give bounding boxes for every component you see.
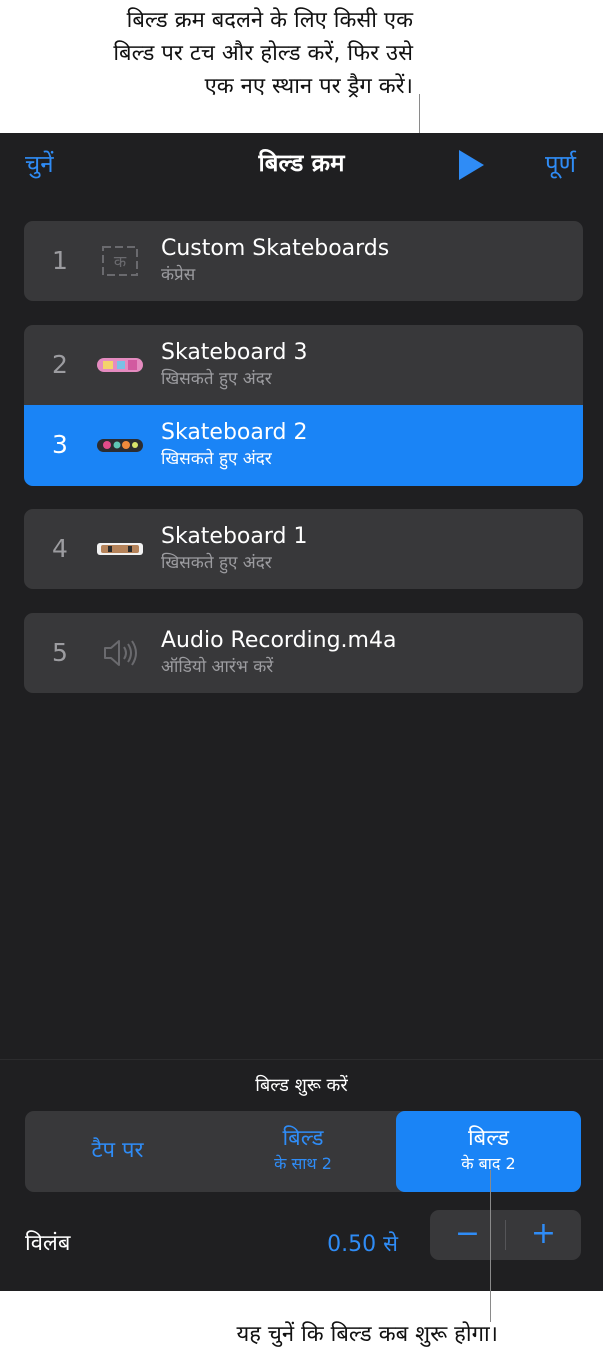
segment-label: बिल्ड	[467, 1126, 510, 1151]
increment-button[interactable]: +	[506, 1210, 581, 1260]
build-effect: कंप्रेस	[161, 265, 196, 285]
build-effect: ऑडियो आरंभ करें	[161, 657, 274, 677]
build-row-2[interactable]: 2 Skateboard 3 खिसकते हुए अंदर	[24, 325, 583, 405]
decrement-button[interactable]: −	[430, 1210, 505, 1260]
build-title: Audio Recording.m4a	[161, 628, 397, 653]
build-row-3-selected[interactable]: 3 Skateboard 2 खिसकते हुए अंदर	[24, 405, 583, 486]
callout-line: बिल्ड क्रम बदलने के लिए किसी एक	[126, 8, 413, 33]
segment-sublabel: के साथ 2	[274, 1154, 332, 1173]
build-row-4[interactable]: 4 Skateboard 1 खिसकते हुए अंदर	[24, 509, 583, 589]
delay-value[interactable]: 0.50 से	[300, 1229, 398, 1261]
speaker-icon	[95, 635, 145, 671]
segment-sublabel: के बाद 2	[461, 1154, 516, 1173]
segment-label: टैप पर	[91, 1138, 144, 1163]
build-title: Skateboard 2	[161, 420, 308, 445]
segment-on-tap[interactable]: टैप पर	[25, 1111, 210, 1192]
callout-line: एक नए स्थान पर ड्रैग करें।	[204, 74, 413, 99]
skateboard-floral-thumbnail	[95, 427, 145, 463]
callout-start-instructions: यह चुनें कि बिल्ड कब शुरू होगा।	[236, 1322, 498, 1347]
build-number: 1	[52, 246, 68, 275]
segment-with-build[interactable]: बिल्ड के साथ 2	[210, 1111, 396, 1192]
callout-reorder-instructions: बिल्ड क्रम बदलने के लिए किसी एक बिल्ड पर…	[13, 4, 413, 103]
build-effect: खिसकते हुए अंदर	[161, 449, 272, 469]
delay-stepper: − +	[430, 1210, 581, 1260]
build-number: 3	[52, 430, 68, 459]
build-title: Skateboard 3	[161, 340, 308, 365]
segment-label: बिल्ड	[282, 1126, 324, 1151]
build-number: 2	[52, 350, 68, 379]
build-effect: खिसकते हुए अंदर	[161, 553, 272, 573]
build-title: Skateboard 1	[161, 524, 308, 549]
build-number: 5	[52, 638, 68, 667]
build-effect: खिसकते हुए अंदर	[161, 369, 272, 389]
divider	[0, 1059, 603, 1060]
callout-leader-line-bottom	[490, 1170, 491, 1322]
skateboard-wood-thumbnail	[95, 531, 145, 567]
delay-label: विलंब	[25, 1231, 71, 1256]
skateboard-pink-thumbnail	[95, 347, 145, 383]
build-row-5[interactable]: 5 Audio Recording.m4a ऑडियो आरंभ करें	[24, 613, 583, 693]
segment-after-build[interactable]: बिल्ड के बाद 2	[396, 1111, 581, 1192]
page-title: बिल्ड क्रम	[258, 149, 345, 177]
text-box-icon: क	[95, 243, 145, 279]
play-icon[interactable]	[459, 150, 484, 180]
start-build-label: बिल्ड शुरू करें	[255, 1075, 348, 1096]
build-row-1[interactable]: 1 क Custom Skateboards कंप्रेस	[24, 221, 583, 301]
done-button[interactable]: पूर्ण	[545, 148, 576, 180]
build-title: Custom Skateboards	[161, 236, 390, 261]
start-build-segmented-control: टैप पर बिल्ड के साथ 2 बिल्ड के बाद 2	[25, 1111, 581, 1192]
callout-line: बिल्ड पर टच और होल्ड करें, फिर उसे	[113, 41, 413, 66]
svg-text:क: क	[114, 252, 127, 271]
build-number: 4	[52, 534, 68, 563]
